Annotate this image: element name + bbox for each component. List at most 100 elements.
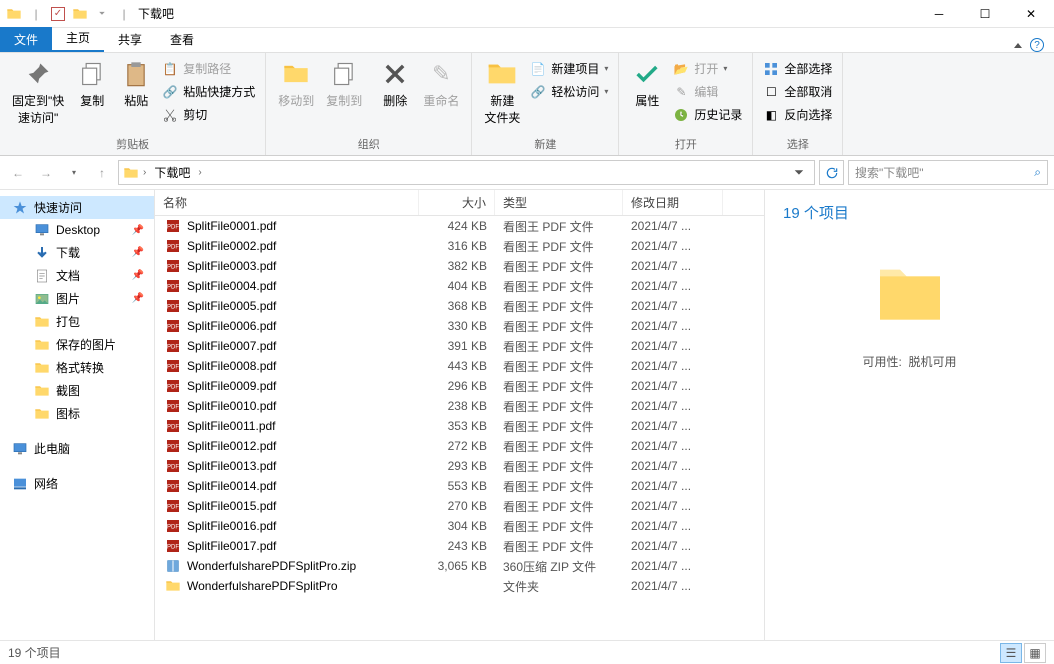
table-row[interactable]: SplitFile0015.pdf270 KB看图王 PDF 文件2021/4/… bbox=[155, 496, 764, 516]
address-dropdown-button[interactable]: ⏷ bbox=[788, 162, 810, 184]
rename-button[interactable]: ✎重命名 bbox=[417, 56, 465, 111]
pin-to-quick-access-button[interactable]: 固定到"快 速访问" bbox=[6, 56, 70, 128]
file-date: 2021/4/7 ... bbox=[623, 459, 723, 473]
nav-up-button[interactable]: ↑ bbox=[90, 161, 114, 185]
properties-button[interactable]: 属性 bbox=[625, 56, 669, 111]
tab-home[interactable]: 主页 bbox=[52, 25, 104, 52]
file-date: 2021/4/7 ... bbox=[623, 399, 723, 413]
table-row[interactable]: WonderfulsharePDFSplitPro文件夹2021/4/7 ... bbox=[155, 576, 764, 596]
maximize-button[interactable]: ☐ bbox=[962, 0, 1008, 28]
search-input[interactable]: 搜索"下载吧" ⌕ bbox=[848, 160, 1048, 185]
nav-back-button[interactable]: ← bbox=[6, 161, 30, 185]
ribbon-tabs: 文件 主页 共享 查看 ? bbox=[0, 28, 1054, 52]
address-bar[interactable]: › 下载吧 › ⏷ bbox=[118, 160, 815, 185]
details-pane: 19 个项目 可用性: 脱机可用 bbox=[764, 190, 1054, 640]
collapse-ribbon-icon[interactable] bbox=[1014, 43, 1022, 48]
qat-folder-icon[interactable] bbox=[72, 6, 88, 22]
file-date: 2021/4/7 ... bbox=[623, 259, 723, 273]
table-row[interactable]: SplitFile0017.pdf243 KB看图王 PDF 文件2021/4/… bbox=[155, 536, 764, 556]
help-button[interactable]: ? bbox=[1030, 38, 1044, 52]
file-list[interactable]: SplitFile0001.pdf424 KB看图王 PDF 文件2021/4/… bbox=[155, 216, 764, 640]
table-row[interactable]: SplitFile0001.pdf424 KB看图王 PDF 文件2021/4/… bbox=[155, 216, 764, 236]
sidebar-this-pc[interactable]: 此电脑 bbox=[0, 437, 154, 460]
cut-button[interactable]: 剪切 bbox=[158, 104, 259, 125]
file-date: 2021/4/7 ... bbox=[623, 319, 723, 333]
table-row[interactable]: SplitFile0003.pdf382 KB看图王 PDF 文件2021/4/… bbox=[155, 256, 764, 276]
sidebar-item-desktop[interactable]: Desktop📌 bbox=[0, 219, 154, 241]
tab-share[interactable]: 共享 bbox=[104, 27, 156, 52]
address-chevron-icon[interactable]: › bbox=[198, 167, 201, 178]
address-chevron-icon[interactable]: › bbox=[143, 167, 146, 178]
file-icon bbox=[165, 458, 181, 474]
content-area: 名称 大小 类型 修改日期 SplitFile0001.pdf424 KB看图王… bbox=[155, 190, 764, 640]
file-icon bbox=[165, 338, 181, 354]
open-button[interactable]: 📂打开▾ bbox=[669, 58, 746, 79]
sidebar-quick-access[interactable]: 快速访问 bbox=[0, 196, 154, 219]
table-row[interactable]: SplitFile0007.pdf391 KB看图王 PDF 文件2021/4/… bbox=[155, 336, 764, 356]
table-row[interactable]: SplitFile0002.pdf316 KB看图王 PDF 文件2021/4/… bbox=[155, 236, 764, 256]
file-name: WonderfulsharePDFSplitPro.zip bbox=[187, 559, 356, 573]
close-button[interactable]: ✕ bbox=[1008, 0, 1054, 28]
group-label-organize: 组织 bbox=[272, 134, 465, 155]
qat-checkbox[interactable]: ✓ bbox=[50, 6, 66, 22]
table-row[interactable]: SplitFile0014.pdf553 KB看图王 PDF 文件2021/4/… bbox=[155, 476, 764, 496]
breadcrumb[interactable]: 下载吧 bbox=[150, 164, 194, 181]
qat-dropdown[interactable]: ⏷ bbox=[94, 6, 110, 22]
select-none-button[interactable]: ☐全部取消 bbox=[759, 81, 836, 102]
sidebar-item-downloads[interactable]: 下载📌 bbox=[0, 241, 154, 264]
sidebar-item-folder[interactable]: 打包 bbox=[0, 310, 154, 333]
file-date: 2021/4/7 ... bbox=[623, 579, 723, 593]
new-folder-button[interactable]: 新建 文件夹 bbox=[478, 56, 526, 128]
sidebar-item-folder[interactable]: 保存的图片 bbox=[0, 333, 154, 356]
easy-access-button[interactable]: 🔗轻松访问▾ bbox=[526, 81, 612, 102]
column-size[interactable]: 大小 bbox=[419, 190, 495, 215]
view-details-button[interactable]: ☰ bbox=[1000, 643, 1022, 663]
table-row[interactable]: SplitFile0009.pdf296 KB看图王 PDF 文件2021/4/… bbox=[155, 376, 764, 396]
invert-selection-button[interactable]: ◧反向选择 bbox=[759, 104, 836, 125]
paste-shortcut-button[interactable]: 🔗粘贴快捷方式 bbox=[158, 81, 259, 102]
delete-button[interactable]: 删除 bbox=[373, 56, 417, 111]
table-row[interactable]: SplitFile0010.pdf238 KB看图王 PDF 文件2021/4/… bbox=[155, 396, 764, 416]
copy-path-button[interactable]: 📋复制路径 bbox=[158, 58, 259, 79]
sidebar-network[interactable]: 网络 bbox=[0, 472, 154, 495]
nav-forward-button[interactable]: → bbox=[34, 161, 58, 185]
minimize-button[interactable]: ─ bbox=[916, 0, 962, 28]
file-date: 2021/4/7 ... bbox=[623, 299, 723, 313]
nav-history-dropdown[interactable]: ▾ bbox=[62, 161, 86, 185]
history-button[interactable]: 历史记录 bbox=[669, 104, 746, 125]
edit-button[interactable]: ✎编辑 bbox=[669, 81, 746, 102]
sidebar-item-folder[interactable]: 截图 bbox=[0, 379, 154, 402]
table-row[interactable]: SplitFile0011.pdf353 KB看图王 PDF 文件2021/4/… bbox=[155, 416, 764, 436]
view-icons-button[interactable]: ▦ bbox=[1024, 643, 1046, 663]
move-to-button[interactable]: 移动到 bbox=[272, 56, 320, 111]
table-row[interactable]: SplitFile0004.pdf404 KB看图王 PDF 文件2021/4/… bbox=[155, 276, 764, 296]
tab-view[interactable]: 查看 bbox=[156, 27, 208, 52]
file-type: 文件夹 bbox=[495, 578, 623, 595]
table-row[interactable]: SplitFile0008.pdf443 KB看图王 PDF 文件2021/4/… bbox=[155, 356, 764, 376]
navbar: ← → ▾ ↑ › 下载吧 › ⏷ 搜索"下载吧" ⌕ bbox=[0, 156, 1054, 190]
sidebar-item-pictures[interactable]: 图片📌 bbox=[0, 287, 154, 310]
paste-button[interactable]: 粘贴 bbox=[114, 56, 158, 111]
table-row[interactable]: SplitFile0012.pdf272 KB看图王 PDF 文件2021/4/… bbox=[155, 436, 764, 456]
file-date: 2021/4/7 ... bbox=[623, 539, 723, 553]
file-size: 238 KB bbox=[419, 399, 495, 413]
copy-button[interactable]: 复制 bbox=[70, 56, 114, 111]
column-date[interactable]: 修改日期 bbox=[623, 190, 723, 215]
table-row[interactable]: SplitFile0006.pdf330 KB看图王 PDF 文件2021/4/… bbox=[155, 316, 764, 336]
table-row[interactable]: SplitFile0013.pdf293 KB看图王 PDF 文件2021/4/… bbox=[155, 456, 764, 476]
column-name[interactable]: 名称 bbox=[155, 190, 419, 215]
refresh-button[interactable] bbox=[819, 160, 844, 185]
sidebar: 快速访问 Desktop📌 下载📌 文档📌 图片📌 打包 保存的图片 格式转换 … bbox=[0, 190, 155, 640]
column-type[interactable]: 类型 bbox=[495, 190, 623, 215]
table-row[interactable]: SplitFile0005.pdf368 KB看图王 PDF 文件2021/4/… bbox=[155, 296, 764, 316]
sidebar-item-documents[interactable]: 文档📌 bbox=[0, 264, 154, 287]
sidebar-item-folder[interactable]: 图标 bbox=[0, 402, 154, 425]
file-type: 看图王 PDF 文件 bbox=[495, 318, 623, 335]
table-row[interactable]: SplitFile0016.pdf304 KB看图王 PDF 文件2021/4/… bbox=[155, 516, 764, 536]
new-item-button[interactable]: 📄新建项目▾ bbox=[526, 58, 612, 79]
select-all-button[interactable]: 全部选择 bbox=[759, 58, 836, 79]
table-row[interactable]: WonderfulsharePDFSplitPro.zip3,065 KB360… bbox=[155, 556, 764, 576]
copy-to-button[interactable]: 复制到 bbox=[320, 56, 368, 111]
tab-file[interactable]: 文件 bbox=[0, 27, 52, 52]
sidebar-item-folder[interactable]: 格式转换 bbox=[0, 356, 154, 379]
